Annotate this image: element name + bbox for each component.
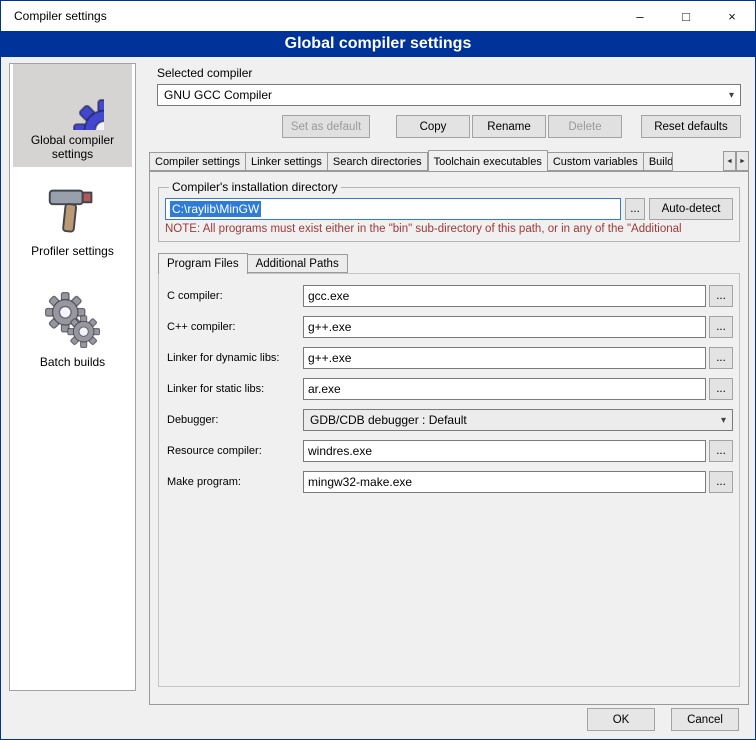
- make-program-input[interactable]: mingw32-make.exe: [303, 471, 706, 493]
- install-dir-input[interactable]: C:\raylib\MinGW: [165, 198, 621, 220]
- debugger-label: Debugger:: [167, 414, 300, 426]
- tab-scroll-left-button[interactable]: ◄: [723, 151, 736, 171]
- copy-button[interactable]: Copy: [396, 115, 470, 138]
- sidebar: Global compiler settings Profiler settin…: [9, 63, 136, 691]
- selected-compiler-dropdown[interactable]: GNU GCC Compiler ▾: [157, 84, 741, 106]
- c-compiler-label: C compiler:: [167, 290, 300, 302]
- reset-defaults-button[interactable]: Reset defaults: [641, 115, 741, 138]
- profiler-icon: [42, 179, 104, 241]
- sidebar-item-global-compiler-settings[interactable]: Global compiler settings: [13, 64, 132, 167]
- set-as-default-button[interactable]: Set as default: [282, 115, 370, 138]
- tab-custom-variables[interactable]: Custom variables: [548, 152, 644, 171]
- make-program-row: Make program: mingw32-make.exe ...: [167, 471, 733, 493]
- dynamic-linker-input[interactable]: g++.exe: [303, 347, 706, 369]
- titlebar[interactable]: Compiler settings – □ ×: [1, 1, 755, 31]
- install-dir-value: C:\raylib\MinGW: [170, 201, 261, 217]
- install-dir-group-title: Compiler's installation directory: [169, 180, 341, 194]
- compiler-settings-dialog: Compiler settings – □ × Global compiler …: [0, 0, 756, 740]
- c-compiler-input[interactable]: gcc.exe: [303, 285, 706, 307]
- dialog-footer: OK Cancel: [587, 708, 739, 731]
- main-panel: Selected compiler GNU GCC Compiler ▾ Set…: [149, 63, 749, 705]
- static-linker-browse-button[interactable]: ...: [709, 378, 733, 400]
- install-dir-browse-button[interactable]: ...: [625, 198, 645, 220]
- install-dir-group: Compiler's installation directory C:\ray…: [158, 180, 740, 242]
- ok-button[interactable]: OK: [587, 708, 655, 731]
- tab-search-directories[interactable]: Search directories: [328, 152, 428, 171]
- dynamic-linker-value: g++.exe: [308, 351, 351, 365]
- maximize-button[interactable]: □: [663, 1, 709, 31]
- compiler-action-buttons: Set as default Copy Rename Delete Reset …: [157, 115, 741, 138]
- install-dir-row: C:\raylib\MinGW ... Auto-detect: [165, 198, 733, 220]
- cpp-compiler-value: g++.exe: [308, 320, 351, 334]
- install-dir-note: NOTE: All programs must exist either in …: [165, 223, 733, 235]
- resource-compiler-label: Resource compiler:: [167, 445, 300, 457]
- dynamic-linker-label: Linker for dynamic libs:: [167, 352, 300, 364]
- minimize-icon: –: [636, 9, 643, 24]
- program-files-tabbar: Program Files Additional Paths: [158, 252, 748, 273]
- gears-icon: [42, 290, 104, 352]
- toolchain-executables-panel: Compiler's installation directory C:\ray…: [149, 171, 749, 705]
- static-linker-label: Linker for static libs:: [167, 383, 300, 395]
- arrow-right-icon: ►: [739, 158, 746, 165]
- maximize-icon: □: [682, 9, 690, 24]
- program-files-panel: C compiler: gcc.exe ... C++ compiler: g+…: [158, 273, 740, 687]
- minimize-button[interactable]: –: [617, 1, 663, 31]
- dynamic-linker-row: Linker for dynamic libs: g++.exe ...: [167, 347, 733, 369]
- resource-compiler-browse-button[interactable]: ...: [709, 440, 733, 462]
- debugger-dropdown[interactable]: GDB/CDB debugger : Default ▾: [303, 409, 733, 431]
- dynamic-linker-browse-button[interactable]: ...: [709, 347, 733, 369]
- cpp-compiler-input[interactable]: g++.exe: [303, 316, 706, 338]
- make-program-value: mingw32-make.exe: [308, 475, 412, 489]
- sidebar-item-label: Global compiler settings: [15, 133, 130, 161]
- sidebar-item-label: Profiler settings: [31, 244, 114, 258]
- debugger-row: Debugger: GDB/CDB debugger : Default ▾: [167, 409, 733, 431]
- close-button[interactable]: ×: [709, 1, 755, 31]
- window-controls: – □ ×: [617, 1, 755, 31]
- autodetect-button[interactable]: Auto-detect: [649, 198, 733, 220]
- gear-icon: [42, 68, 104, 130]
- delete-button[interactable]: Delete: [548, 115, 622, 138]
- arrow-left-icon: ◄: [726, 158, 733, 165]
- subtab-program-files[interactable]: Program Files: [158, 253, 248, 274]
- window-title: Compiler settings: [1, 9, 107, 23]
- selected-compiler-value: GNU GCC Compiler: [164, 88, 272, 102]
- settings-tabbar: Compiler settings Linker settings Search…: [149, 149, 749, 171]
- c-compiler-row: C compiler: gcc.exe ...: [167, 285, 733, 307]
- sidebar-item-profiler-settings[interactable]: Profiler settings: [13, 175, 132, 264]
- debugger-value: GDB/CDB debugger : Default: [310, 413, 467, 427]
- make-program-browse-button[interactable]: ...: [709, 471, 733, 493]
- tab-build-options[interactable]: Build: [644, 152, 673, 171]
- tab-compiler-settings[interactable]: Compiler settings: [149, 152, 246, 171]
- make-program-label: Make program:: [167, 476, 300, 488]
- resource-compiler-input[interactable]: windres.exe: [303, 440, 706, 462]
- static-linker-input[interactable]: ar.exe: [303, 378, 706, 400]
- page-title: Global compiler settings: [285, 35, 472, 53]
- selected-compiler-label: Selected compiler: [157, 66, 252, 80]
- static-linker-value: ar.exe: [308, 382, 341, 396]
- resource-compiler-row: Resource compiler: windres.exe ...: [167, 440, 733, 462]
- c-compiler-browse-button[interactable]: ...: [709, 285, 733, 307]
- tab-toolchain-executables[interactable]: Toolchain executables: [428, 150, 548, 171]
- chevron-down-icon: ▾: [715, 415, 726, 426]
- cpp-compiler-row: C++ compiler: g++.exe ...: [167, 316, 733, 338]
- close-icon: ×: [728, 9, 736, 24]
- subtab-additional-paths[interactable]: Additional Paths: [248, 254, 348, 273]
- resource-compiler-value: windres.exe: [308, 444, 372, 458]
- tab-scroll-right-button[interactable]: ►: [736, 151, 749, 171]
- cpp-compiler-label: C++ compiler:: [167, 321, 300, 333]
- cpp-compiler-browse-button[interactable]: ...: [709, 316, 733, 338]
- tab-linker-settings[interactable]: Linker settings: [246, 152, 328, 171]
- page-title-banner: Global compiler settings: [1, 31, 755, 57]
- cancel-button[interactable]: Cancel: [671, 708, 739, 731]
- sidebar-item-label: Batch builds: [40, 355, 105, 369]
- chevron-down-icon: ▾: [723, 90, 734, 101]
- static-linker-row: Linker for static libs: ar.exe ...: [167, 378, 733, 400]
- sidebar-item-batch-builds[interactable]: Batch builds: [13, 286, 132, 375]
- rename-button[interactable]: Rename: [472, 115, 546, 138]
- c-compiler-value: gcc.exe: [308, 289, 349, 303]
